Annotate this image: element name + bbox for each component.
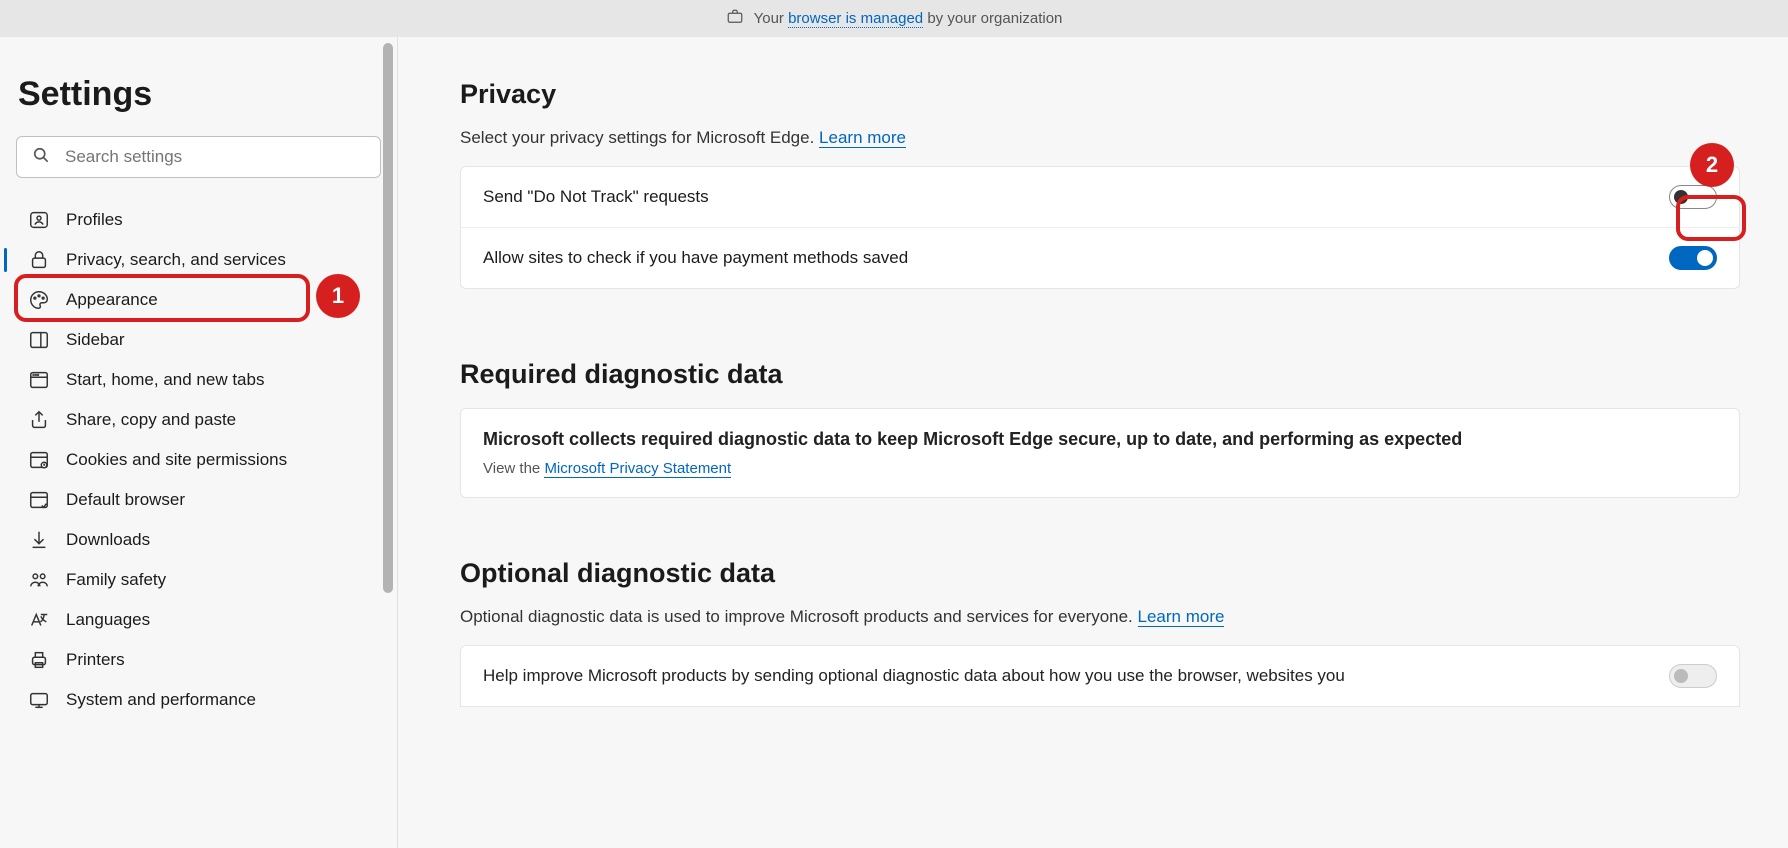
briefcase-icon: [726, 8, 744, 30]
sidebar-item-cookies[interactable]: Cookies and site permissions: [16, 440, 381, 480]
profiles-icon: [28, 209, 50, 231]
share-icon: [28, 409, 50, 431]
sidebar-item-start[interactable]: Start, home, and new tabs: [16, 360, 381, 400]
start-icon: [28, 369, 50, 391]
sidebar-item-label: Downloads: [66, 530, 150, 550]
sidebar-item-family[interactable]: Family safety: [16, 560, 381, 600]
browser-managed-link[interactable]: browser is managed: [788, 10, 923, 28]
search-settings-field[interactable]: [16, 136, 381, 178]
sidebar-item-profiles[interactable]: Profiles: [16, 200, 381, 240]
sidebar-item-default-browser[interactable]: Default browser: [16, 480, 381, 520]
system-icon: [28, 689, 50, 711]
sidebar-item-downloads[interactable]: Downloads: [16, 520, 381, 560]
sidebar-item-label: Sidebar: [66, 330, 125, 350]
payment-row: Allow sites to check if you have payment…: [461, 227, 1739, 288]
default-browser-icon: [28, 489, 50, 511]
downloads-icon: [28, 529, 50, 551]
search-icon: [31, 145, 51, 170]
sidebar-item-label: Cookies and site permissions: [66, 450, 287, 470]
privacy-heading: Privacy: [460, 79, 1740, 110]
sidebar-item-system[interactable]: System and performance: [16, 680, 381, 720]
sidebar-item-label: Family safety: [66, 570, 166, 590]
sidebar-item-label: Profiles: [66, 210, 123, 230]
managed-banner: Your browser is managed by your organiza…: [0, 0, 1788, 37]
required-diag-heading: Required diagnostic data: [460, 359, 1740, 390]
optional-diag-subtitle: Optional diagnostic data is used to impr…: [460, 607, 1740, 627]
sidebar-item-label: Languages: [66, 610, 150, 630]
appearance-icon: [28, 289, 50, 311]
sidebar-item-share[interactable]: Share, copy and paste: [16, 400, 381, 440]
sidebar-item-privacy[interactable]: Privacy, search, and services: [16, 240, 381, 280]
cookies-icon: [28, 449, 50, 471]
family-icon: [28, 569, 50, 591]
sidebar-item-label: Default browser: [66, 490, 185, 510]
optional-diag-heading: Optional diagnostic data: [460, 558, 1740, 589]
search-input[interactable]: [63, 146, 366, 168]
privacy-learn-more-link[interactable]: Learn more: [819, 128, 906, 148]
sidebar-item-appearance[interactable]: Appearance: [16, 280, 381, 320]
privacy-subtitle: Select your privacy settings for Microso…: [460, 128, 1740, 148]
payment-label: Allow sites to check if you have payment…: [483, 248, 908, 268]
sidebar-item-label: Appearance: [66, 290, 158, 310]
sidebar-item-label: Share, copy and paste: [66, 410, 236, 430]
sidebar-item-label: Printers: [66, 650, 125, 670]
settings-sidebar: Settings Profiles Privacy, search, and s…: [0, 37, 398, 848]
optional-diag-row: Help improve Microsoft products by sendi…: [460, 645, 1740, 707]
sidebar-scrollbar[interactable]: [383, 43, 393, 593]
required-diag-title: Microsoft collects required diagnostic d…: [483, 429, 1717, 450]
required-diag-card: Microsoft collects required diagnostic d…: [460, 408, 1740, 498]
required-diag-sub: View the Microsoft Privacy Statement: [483, 460, 1717, 477]
sidebar-item-languages[interactable]: Languages: [16, 600, 381, 640]
optional-learn-more-link[interactable]: Learn more: [1138, 607, 1225, 627]
printers-icon: [28, 649, 50, 671]
payment-toggle[interactable]: [1669, 246, 1717, 270]
settings-content: Privacy Select your privacy settings for…: [398, 37, 1788, 848]
dnt-row: Send "Do Not Track" requests: [461, 167, 1739, 227]
privacy-card: Send "Do Not Track" requests Allow sites…: [460, 166, 1740, 289]
optional-diag-toggle[interactable]: [1669, 664, 1717, 688]
languages-icon: [28, 609, 50, 631]
dnt-label: Send "Do Not Track" requests: [483, 187, 709, 207]
dnt-toggle[interactable]: [1669, 185, 1717, 209]
sidebar-item-label: Privacy, search, and services: [66, 250, 286, 270]
lock-icon: [28, 249, 50, 271]
sidebar-item-label: Start, home, and new tabs: [66, 370, 264, 390]
settings-title: Settings: [18, 75, 381, 114]
sidebar-icon: [28, 329, 50, 351]
privacy-statement-link[interactable]: Microsoft Privacy Statement: [544, 460, 731, 478]
managed-text: Your browser is managed by your organiza…: [754, 10, 1063, 27]
sidebar-item-printers[interactable]: Printers: [16, 640, 381, 680]
sidebar-item-sidebar[interactable]: Sidebar: [16, 320, 381, 360]
optional-diag-label: Help improve Microsoft products by sendi…: [483, 666, 1345, 686]
sidebar-item-label: System and performance: [66, 690, 256, 710]
